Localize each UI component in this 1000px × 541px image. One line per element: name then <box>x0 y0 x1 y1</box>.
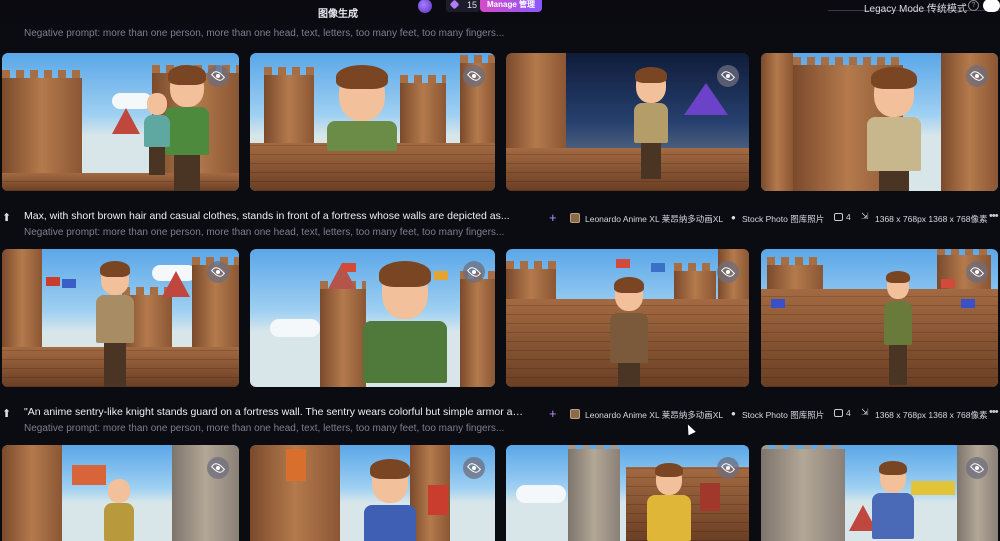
generated-image[interactable] <box>506 53 749 191</box>
view-eye-icon[interactable] <box>966 261 988 283</box>
image-count: 4 <box>846 408 851 418</box>
arrow-up-icon[interactable]: ⬆ <box>2 211 14 225</box>
generated-image[interactable] <box>250 249 495 387</box>
negative-prompt: Negative prompt: more than one person, m… <box>24 227 505 238</box>
token-balance[interactable]: 15 <box>446 0 480 12</box>
view-eye-icon[interactable] <box>207 261 229 283</box>
view-eye-icon[interactable] <box>717 261 739 283</box>
view-eye-icon[interactable] <box>463 261 485 283</box>
generated-image[interactable] <box>2 445 239 541</box>
arrow-up-icon[interactable]: ⬆ <box>2 407 14 421</box>
view-eye-icon[interactable] <box>463 65 485 87</box>
style-name: Stock Photo 图库照片 <box>742 410 825 420</box>
generated-image[interactable] <box>761 445 998 541</box>
style-name: Stock Photo 图库照片 <box>742 214 825 224</box>
negative-prompt: Negative prompt: more than one person, m… <box>24 423 505 434</box>
view-eye-icon[interactable] <box>207 457 229 479</box>
view-eye-icon[interactable] <box>966 457 988 479</box>
legacy-mode-toggle[interactable] <box>983 0 1000 12</box>
generated-image[interactable] <box>506 445 749 541</box>
generated-image[interactable] <box>250 445 495 541</box>
generated-image[interactable] <box>250 53 495 191</box>
more-dots-icon[interactable]: ••• <box>989 406 999 418</box>
model-thumbnail-icon <box>570 213 580 223</box>
token-icon <box>449 0 460 10</box>
manage-button[interactable]: Manage 管理 <box>480 0 543 12</box>
more-dots-icon[interactable]: ••• <box>989 210 999 222</box>
image-count: 4 <box>846 212 851 222</box>
view-eye-icon[interactable] <box>207 65 229 87</box>
negative-prompt: Negative prompt: more than one person, m… <box>24 28 505 39</box>
dimensions-icon: ⇲ <box>861 407 869 417</box>
model-name: Leonardo Anime XL 莱昂纳多动画XL <box>585 410 724 420</box>
model-name: Leonardo Anime XL 莱昂纳多动画XL <box>585 214 724 224</box>
image-dimensions: 1368 x 768px 1368 x 768像素 <box>875 214 988 224</box>
generation-header: Negative prompt: more than one person, m… <box>0 22 1000 56</box>
legacy-mode-label: Legacy Mode 传统模式 <box>864 4 967 15</box>
image-dimensions: 1368 x 768px 1368 x 768像素 <box>875 410 988 420</box>
prompt-text[interactable]: "An anime sentry-like knight stands guar… <box>24 406 524 418</box>
image-count-icon <box>834 409 843 417</box>
image-count-icon <box>834 213 843 221</box>
style-drop-icon: ● <box>731 213 736 222</box>
view-eye-icon[interactable] <box>717 65 739 87</box>
plus-icon[interactable]: + <box>549 210 557 225</box>
user-avatar[interactable] <box>418 0 432 13</box>
generated-image[interactable] <box>2 249 239 387</box>
generated-image[interactable] <box>761 53 998 191</box>
info-icon[interactable]: ? <box>968 0 979 11</box>
token-count: 15 <box>466 0 477 10</box>
generation-header: ⬆ "An anime sentry-like knight stands gu… <box>0 404 1000 438</box>
top-bar: 图像生成 15 Manage 管理 Legacy Mode 传统模式 ? <box>0 0 1000 24</box>
generation-header: ⬆ Max, with short brown hair and casual … <box>0 208 1000 242</box>
prompt-text[interactable]: Max, with short brown hair and casual cl… <box>24 210 524 222</box>
view-eye-icon[interactable] <box>463 457 485 479</box>
generated-image[interactable] <box>761 249 998 387</box>
dimensions-icon: ⇲ <box>861 211 869 221</box>
view-eye-icon[interactable] <box>966 65 988 87</box>
plus-icon[interactable]: + <box>549 406 557 421</box>
model-thumbnail-icon <box>570 409 580 419</box>
generated-image[interactable] <box>2 53 239 191</box>
generated-image[interactable] <box>506 249 749 387</box>
view-eye-icon[interactable] <box>717 457 739 479</box>
page-title: 图像生成 <box>318 9 358 20</box>
style-drop-icon: ● <box>731 409 736 418</box>
